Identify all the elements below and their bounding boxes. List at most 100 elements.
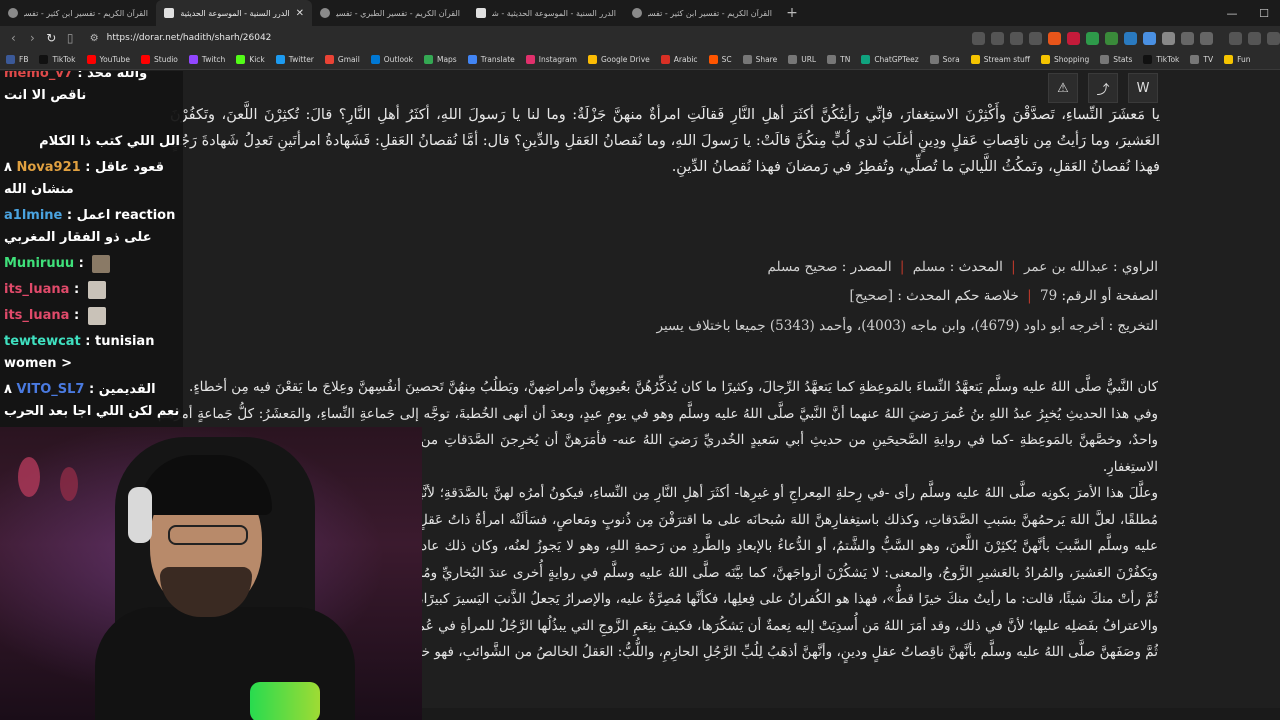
tab-5[interactable]: القرآن الكريم - تفسير ابن كثير - تفسير (624, 0, 780, 26)
bookmark-item[interactable]: Twitch (188, 55, 225, 64)
dorar-favicon-icon (164, 8, 174, 18)
maximize-icon[interactable]: ☐ (1248, 7, 1280, 20)
webcam-feed (0, 427, 422, 720)
quran-favicon-icon (8, 8, 18, 18)
extension-light-blue-icon[interactable] (1142, 31, 1156, 45)
extensions-area (971, 31, 1280, 45)
bookmark-item[interactable]: Instagram (525, 55, 577, 64)
chat-message: tewtewcat : tunisian women > (4, 334, 155, 371)
chat-username: tewtewcat (4, 334, 81, 349)
tab-title: القرآن الكريم - تفسير ابن كثير - تفسير (648, 8, 772, 18)
bookmark-page-icon[interactable]: ▯ (61, 31, 80, 45)
takhrij-text: أخرجه أبو داود (4679)، وابن ماجه (4003)،… (656, 318, 1105, 334)
extension-blue-icon[interactable] (1123, 31, 1137, 45)
extension-green-icon[interactable] (1085, 31, 1099, 45)
bookmark-item[interactable]: SC (708, 55, 732, 64)
bookmark-item[interactable]: YouTube (86, 55, 130, 64)
chat-text: الل اللي كتب ذا الكلام (39, 134, 180, 149)
bookmark-item[interactable]: Stats (1100, 55, 1132, 64)
bookmark-item[interactable]: Studio (141, 55, 178, 64)
share-page-icon[interactable]: ⤴ (1088, 73, 1118, 103)
share-icon[interactable] (1009, 31, 1023, 45)
bookmark-item[interactable]: Maps (423, 55, 457, 64)
bookmark-item[interactable]: Kick (236, 55, 265, 64)
bookmark-item[interactable]: Stream stuff (970, 55, 1030, 64)
muhaddith-link[interactable]: مسلم (913, 259, 946, 275)
bookmark-item[interactable]: URL (788, 55, 816, 64)
bookmark-icon (587, 55, 597, 64)
screen: القرآن الكريم - تفسير ابن كثير - تفسير ا… (0, 0, 1280, 720)
bookmark-label: Shopping (1053, 55, 1090, 64)
tab-4[interactable]: الدرر السنية - الموسوعة الحديثية - شر (468, 0, 624, 26)
source-link[interactable]: صحيح مسلم (767, 259, 837, 275)
bookmark-item[interactable]: ChatGPTeez (861, 55, 919, 64)
sidebar-icon[interactable] (1180, 31, 1194, 45)
bookmark-item[interactable]: Shopping (1040, 55, 1090, 64)
bookmark-item[interactable]: Fun (1224, 55, 1251, 64)
bookmark-item[interactable]: Sora (929, 55, 960, 64)
chat-message: its_luana : (4, 305, 180, 327)
bookmark-item[interactable]: TV (1190, 55, 1213, 64)
reload-icon[interactable]: ↻ (42, 31, 61, 45)
zoom-icon[interactable] (990, 31, 1004, 45)
bookmark-item[interactable]: TikTok (1143, 55, 1179, 64)
bookmark-item[interactable]: Twitter (275, 55, 314, 64)
bookmark-label: Fun (1237, 55, 1251, 64)
chat-message: Muniruuu : (4, 253, 180, 275)
chat-username: VITO_SL7 (16, 382, 85, 397)
bookmark-item[interactable]: Outlook (370, 55, 413, 64)
tab-2-active[interactable]: الدرر السنية - الموسوعة الحديثية ✕ (156, 0, 312, 26)
tab-3[interactable]: القرآن الكريم - تفسير الطبري - تفسير (312, 0, 468, 26)
site-info-icon[interactable]: ⚙ (90, 33, 99, 44)
downloads-icon[interactable] (1247, 31, 1261, 45)
bookmark-icon (827, 55, 837, 64)
puzzle-icon[interactable] (1161, 31, 1175, 45)
bookmark-label: TikTok (1156, 55, 1180, 64)
bookmark-item[interactable]: Arabic (660, 55, 698, 64)
bookmark-item[interactable]: Translate (467, 55, 515, 64)
bookmark-icon (423, 55, 433, 64)
cat-emote-icon (87, 306, 106, 325)
bookmark-item[interactable]: Google Drive (587, 55, 650, 64)
bookmark-icon (324, 55, 334, 64)
bookmark-item[interactable]: TikTok (39, 55, 76, 64)
bookmark-label: Sora (942, 55, 960, 64)
tab-1[interactable]: القرآن الكريم - تفسير ابن كثير - تفسير (0, 0, 156, 26)
bookmark-icon (1143, 55, 1153, 64)
bookmark-icon (467, 55, 477, 64)
menu-icon[interactable] (1266, 31, 1280, 45)
report-icon[interactable]: ⚠ (1048, 73, 1078, 103)
star-icon[interactable] (1028, 31, 1042, 45)
bookmark-icon (742, 55, 752, 64)
bookmark-icon (660, 55, 670, 64)
forward-icon[interactable]: › (23, 31, 42, 45)
bookmark-item[interactable]: TN (827, 55, 850, 64)
bookmark-icon (141, 55, 150, 64)
wallet-icon[interactable] (1199, 31, 1213, 45)
translate-icon[interactable] (971, 31, 985, 45)
bookmark-icon (1040, 55, 1050, 64)
bookmark-label: Maps (436, 55, 457, 64)
bookmark-icon (970, 55, 980, 64)
tab-title: الدرر السنية - الموسوعة الحديثية (180, 8, 290, 18)
bookmark-label: Arabic (673, 55, 698, 64)
bookmark-item[interactable]: Share (742, 55, 777, 64)
bookmark-item[interactable]: FB (6, 55, 28, 64)
brave-shield-icon[interactable] (1047, 31, 1061, 45)
bookmark-icon (39, 55, 49, 64)
bookmark-label: Gmail (337, 55, 360, 64)
bookmark-label: TN (840, 55, 851, 64)
new-tab-button[interactable]: + (782, 5, 802, 21)
chat-username: Muniruuu (4, 256, 75, 271)
music-icon[interactable] (1228, 31, 1242, 45)
address-bar[interactable]: ⚙ https://dorar.net/hadith/sharh/26042 (84, 28, 964, 48)
word-export-icon[interactable]: W (1128, 73, 1158, 103)
chat-username: memo_v7 (4, 71, 73, 81)
close-tab-icon[interactable]: ✕ (296, 8, 304, 19)
extension-dark-green-icon[interactable] (1104, 31, 1118, 45)
bookmark-item[interactable]: Gmail (324, 55, 360, 64)
minimize-icon[interactable]: — (1216, 7, 1248, 20)
rewards-icon[interactable] (1066, 31, 1080, 45)
narrator-link[interactable]: عبدالله بن عمر (1024, 259, 1109, 275)
back-icon[interactable]: ‹ (4, 31, 23, 45)
